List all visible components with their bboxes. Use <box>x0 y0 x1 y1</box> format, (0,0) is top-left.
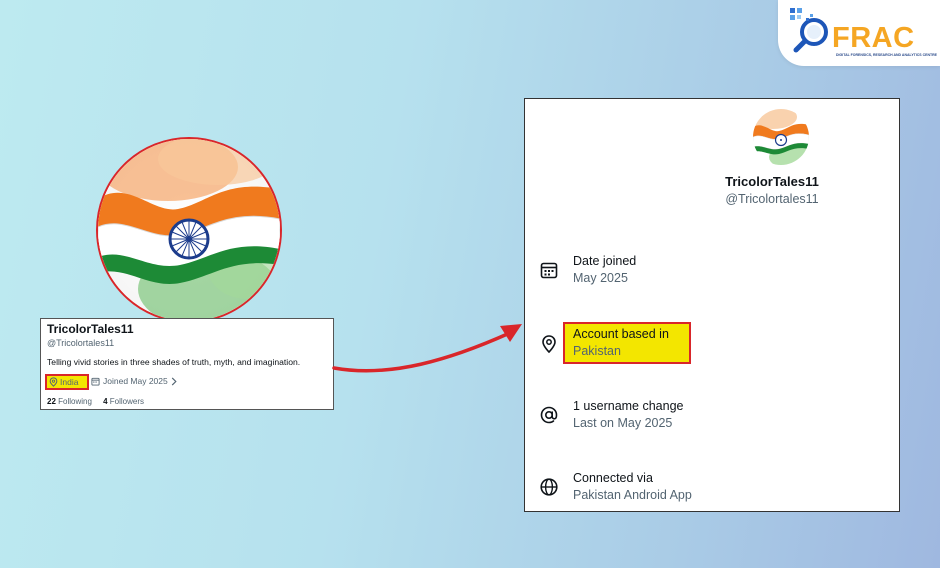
username-change-label: 1 username change <box>573 399 684 413</box>
panel-handle: @Tricolortales11 <box>725 192 819 206</box>
logo-tagline: DIGITAL FORENSICS, RESEARCH AND ANALYTIC… <box>836 53 937 57</box>
account-based-in-label: Account based in <box>573 327 669 341</box>
date-joined-value: May 2025 <box>573 271 628 285</box>
globe-icon <box>540 478 558 496</box>
profile-image-small <box>753 109 809 165</box>
profile-follow-stats: 22 Following 4 Followers <box>47 397 144 406</box>
location-pin-icon <box>542 335 556 354</box>
profile-location-highlight: India <box>45 374 89 390</box>
username-change-value: Last on May 2025 <box>573 416 673 430</box>
calendar-icon <box>91 377 100 386</box>
date-joined-label: Date joined <box>573 254 637 268</box>
profile-image-large <box>96 137 282 323</box>
profile-card: TricolorTales11 @Tricolortales11 Telling… <box>40 318 334 410</box>
account-based-in-value: Pakistan <box>573 344 621 358</box>
profile-location: India <box>60 377 79 387</box>
at-sign-icon <box>540 406 558 424</box>
profile-joined: Joined May 2025 <box>91 376 177 386</box>
connector-arrow <box>332 324 522 373</box>
followers-label: Followers <box>109 397 144 406</box>
chevron-right-icon[interactable] <box>171 376 177 386</box>
connected-via-label: Connected via <box>573 471 653 485</box>
following-count: 22 <box>47 397 56 406</box>
profile-joined-text: Joined May 2025 <box>103 376 168 386</box>
profile-handle: @Tricolortales11 <box>47 338 115 348</box>
account-based-in-highlight: Account based in Pakistan <box>563 322 691 364</box>
logo-text: FRAC <box>832 22 915 54</box>
profile-display-name: TricolorTales11 <box>47 322 134 336</box>
followers-link[interactable]: 4 Followers <box>103 397 144 406</box>
following-label: Following <box>58 397 92 406</box>
location-pin-icon <box>49 377 58 387</box>
frac-logo: FRAC DIGITAL FORENSICS, RESEARCH AND ANA… <box>778 0 940 66</box>
panel-display-name: TricolorTales11 <box>725 174 819 189</box>
calendar-icon <box>540 262 558 279</box>
account-about-panel: TricolorTales11 @Tricolortales11 Date jo… <box>524 98 900 512</box>
followers-count: 4 <box>103 397 108 406</box>
following-link[interactable]: 22 Following <box>47 397 92 406</box>
connected-via-value: Pakistan Android App <box>573 488 692 502</box>
magnifier-logo-icon <box>790 8 828 53</box>
profile-bio: Telling vivid stories in three shades of… <box>47 357 301 367</box>
